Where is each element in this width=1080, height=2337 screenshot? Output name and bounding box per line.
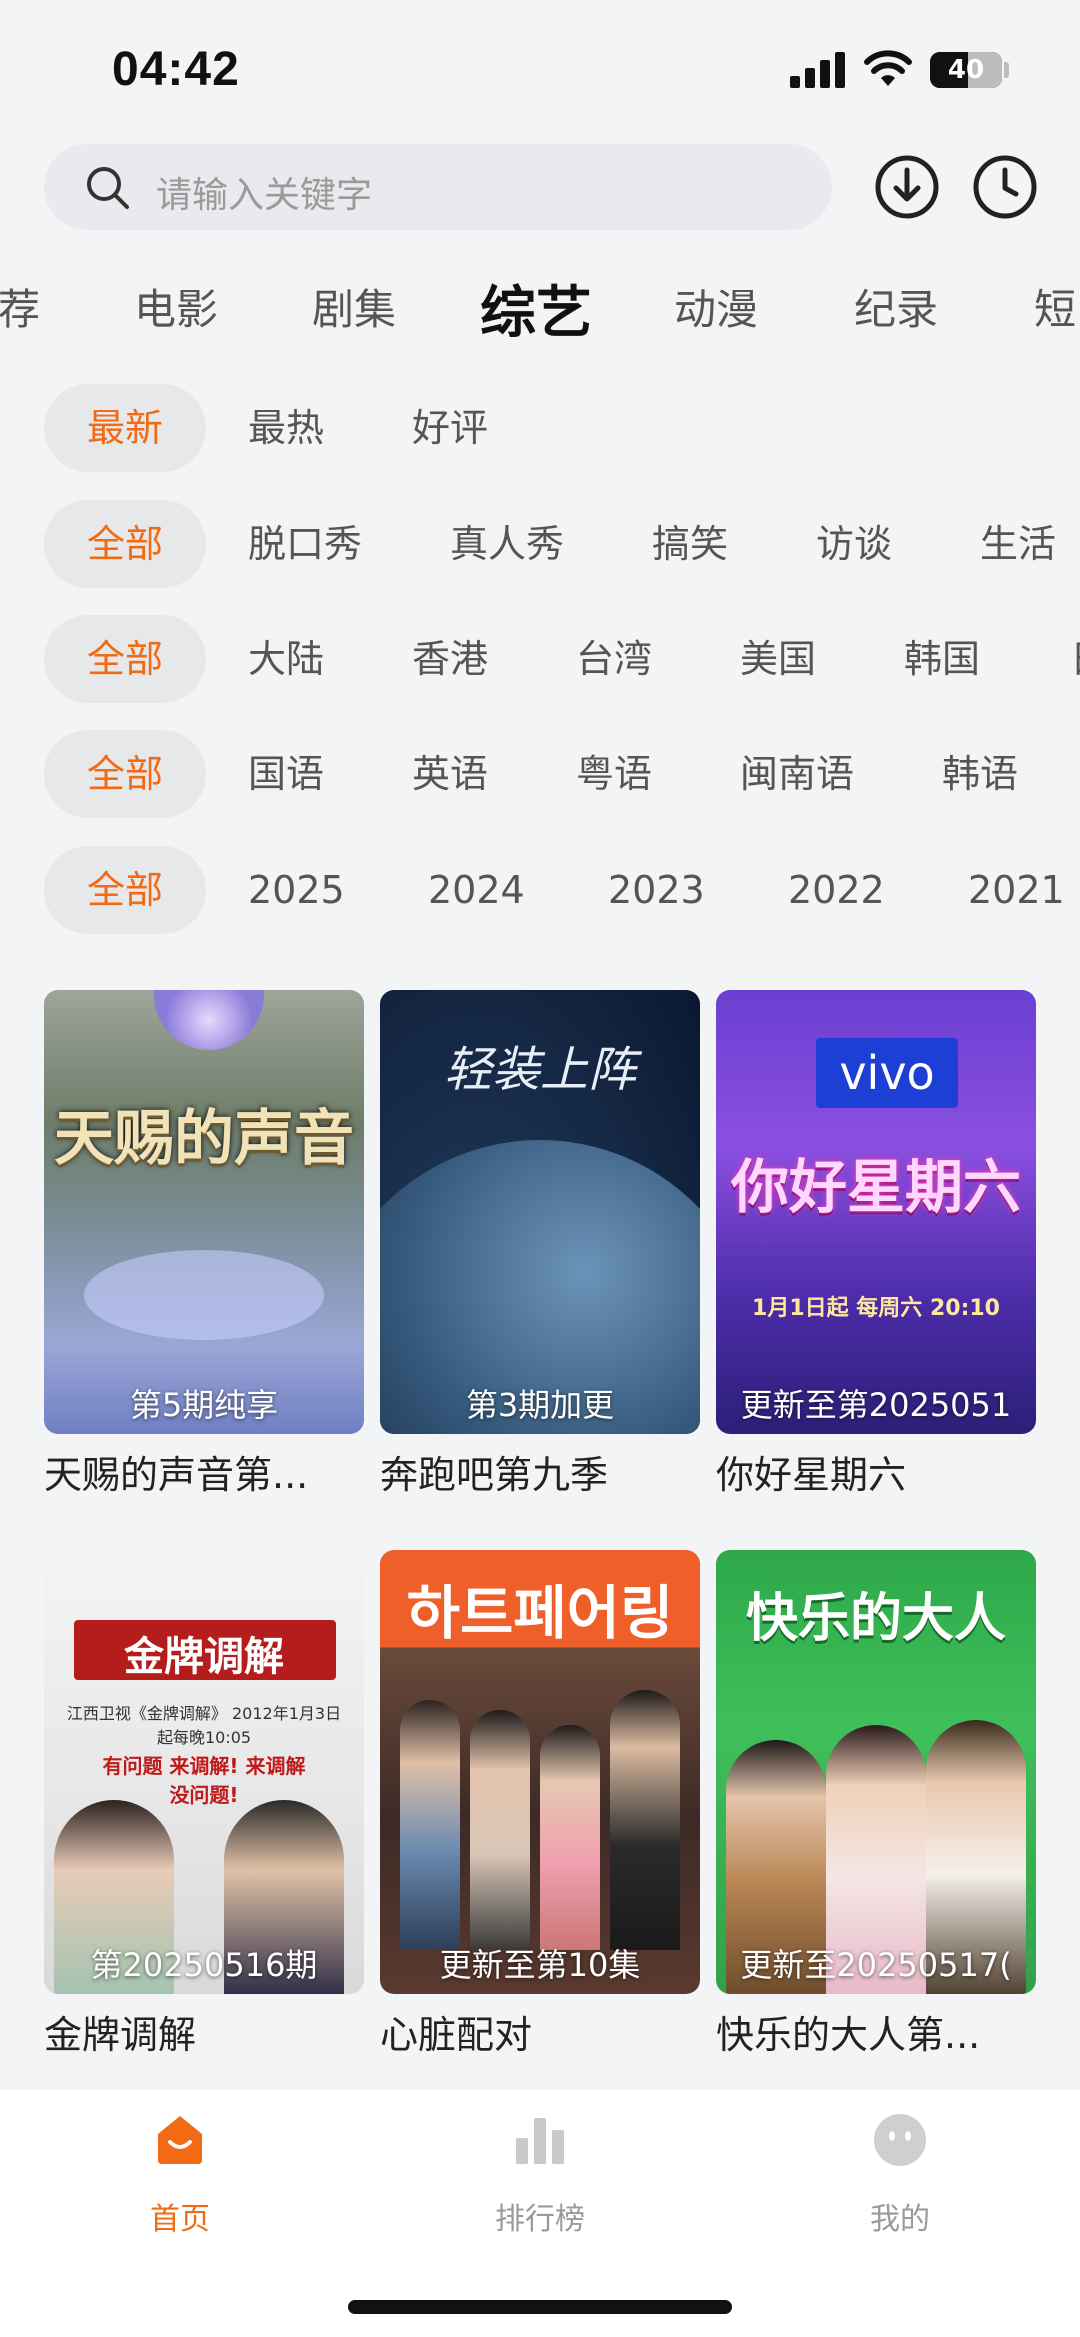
category-tabs: 荐 电影 剧集 综艺 动漫 纪录 短: [0, 268, 1080, 348]
filter-genre-item[interactable]: 生活: [980, 500, 1056, 588]
poster-image: 轻装上阵: [380, 990, 700, 1434]
filter-region-all[interactable]: 全部: [44, 615, 206, 703]
home-icon: [158, 2116, 202, 2164]
search-placeholder: 请输入关键字: [156, 175, 373, 216]
episode-badge: 更新至第10集: [439, 1946, 641, 1984]
poster-image: 하트페어링: [380, 1550, 700, 1994]
filter-language-item[interactable]: 粤语: [576, 730, 652, 818]
filter-row-year: 全部 2025 2024 2023 2022 2021: [0, 846, 1080, 934]
history-clock-icon[interactable]: [972, 154, 1038, 220]
filter-row-genre: 全部 脱口秀 真人秀 搞笑 访谈 生活: [0, 500, 1080, 588]
filter-region-item[interactable]: 美国: [740, 615, 816, 703]
filter-genre-item[interactable]: 脱口秀: [248, 500, 362, 588]
cellular-signal-icon: [790, 52, 846, 88]
tab-me[interactable]: 我的: [800, 2112, 1000, 2238]
tab-anime[interactable]: 动漫: [674, 276, 758, 337]
filter-language-item[interactable]: 国语: [248, 730, 324, 818]
tab-rank-label: 排行榜: [495, 2202, 585, 2237]
poster-image: 天赐的声音: [44, 990, 364, 1434]
filter-genre-item[interactable]: 真人秀: [450, 500, 564, 588]
tab-home[interactable]: 首页: [80, 2112, 280, 2238]
filter-row-sort: 最新 最热 好评: [0, 384, 1080, 472]
filter-region-item[interactable]: 韩国: [904, 615, 980, 703]
poster-subtitle-text: 江西卫视《金牌调解》 2012年1月3日起每晚10:05: [66, 1704, 342, 1747]
card-title: 心脏配对: [380, 2013, 533, 2057]
filter-region-item[interactable]: 台湾: [576, 615, 652, 703]
tab-me-label: 我的: [870, 2202, 930, 2237]
filter-region-item[interactable]: 大陆: [248, 615, 324, 703]
episode-badge: 第5期纯享: [129, 1386, 279, 1424]
poster-title-text: 快乐的大人: [745, 1589, 1006, 1649]
filter-language-item[interactable]: 英语: [412, 730, 488, 818]
battery-icon: 40: [930, 52, 1002, 88]
episode-badge: 第20250516期: [90, 1946, 318, 1984]
card-title: 你好星期六: [716, 1453, 907, 1497]
episode-badge: 更新至第2025051: [740, 1386, 1012, 1424]
filter-language-item[interactable]: 闽南语: [740, 730, 854, 818]
filter-genre-all[interactable]: 全部: [44, 500, 206, 588]
poster-slogan-text: 有问题 来调解! 来调解 没问题!: [102, 1754, 306, 1807]
poster-title-text: 하트페어링: [406, 1579, 674, 1647]
search-input[interactable]: 请输入关键字: [44, 144, 832, 230]
status-time: 04:42: [112, 43, 240, 96]
tab-series[interactable]: 剧集: [312, 276, 396, 337]
card-title: 天赐的声音第...: [44, 1453, 309, 1497]
episode-badge: 更新至20250517(: [740, 1946, 1012, 1984]
filter-year-all[interactable]: 全部: [44, 846, 206, 934]
filter-genre-item[interactable]: 搞笑: [652, 500, 728, 588]
filter-year-item[interactable]: 2021: [968, 846, 1065, 934]
tab-rank[interactable]: 排行榜: [440, 2112, 640, 2238]
profile-face-icon: [874, 2114, 926, 2166]
filter-row-language: 全部 国语 英语 粤语 闽南语 韩语: [0, 730, 1080, 818]
bar-chart-icon: [516, 2118, 564, 2164]
status-bar: 04:42 40: [0, 0, 1080, 130]
filter-row-region: 全部 大陆 香港 台湾 美国 韩国 日: [0, 615, 1080, 703]
filter-region-item[interactable]: 日: [1070, 615, 1080, 703]
poster-image: 金牌调解 江西卫视《金牌调解》 2012年1月3日起每晚10:05 有问题 来调…: [44, 1550, 364, 1994]
tab-short[interactable]: 短: [1034, 276, 1076, 337]
tab-home-label: 首页: [150, 2202, 210, 2237]
tab-variety[interactable]: 综艺: [480, 268, 592, 349]
card-title: 奔跑吧第九季: [380, 1453, 609, 1497]
poster-title-text: 天赐的声音: [54, 1104, 354, 1174]
poster-image: vivo 你好星期六 1月1日起 每周六 20:10: [716, 990, 1036, 1434]
tab-recommend[interactable]: 荐: [0, 276, 40, 337]
filter-genre-item[interactable]: 访谈: [816, 500, 892, 588]
tab-documentary[interactable]: 纪录: [854, 276, 938, 337]
filter-sort-latest[interactable]: 最新: [44, 384, 206, 472]
card-title: 金牌调解: [44, 2013, 197, 2057]
card-title: 快乐的大人第...: [716, 2013, 981, 2057]
filter-region-item[interactable]: 香港: [412, 615, 488, 703]
filter-sort-hot[interactable]: 最热: [248, 384, 324, 472]
filter-language-all[interactable]: 全部: [44, 730, 206, 818]
filter-language-item[interactable]: 韩语: [942, 730, 1018, 818]
filter-year-item[interactable]: 2022: [788, 846, 885, 934]
poster-subtitle-text: 1月1日起 每周六 20:10: [752, 1296, 1000, 1321]
filter-year-item[interactable]: 2023: [608, 846, 705, 934]
tab-movie[interactable]: 电影: [134, 276, 218, 337]
poster-title-text: 金牌调解: [124, 1634, 284, 1680]
search-icon: [87, 167, 129, 209]
filter-year-item[interactable]: 2024: [428, 846, 525, 934]
home-indicator[interactable]: [348, 2300, 732, 2314]
filter-sort-rated[interactable]: 好评: [412, 384, 488, 472]
download-icon[interactable]: [874, 154, 940, 220]
poster-brand-text: vivo: [816, 1038, 958, 1108]
poster-title-text: 你好星期六: [730, 1153, 1021, 1221]
battery-level: 40: [947, 55, 985, 85]
filter-year-item[interactable]: 2025: [248, 846, 345, 934]
poster-image: 快乐的大人: [716, 1550, 1036, 1994]
episode-badge: 第3期加更: [465, 1386, 615, 1424]
wifi-icon: [864, 50, 912, 86]
poster-title-text: 轻装上阵: [443, 1042, 636, 1098]
